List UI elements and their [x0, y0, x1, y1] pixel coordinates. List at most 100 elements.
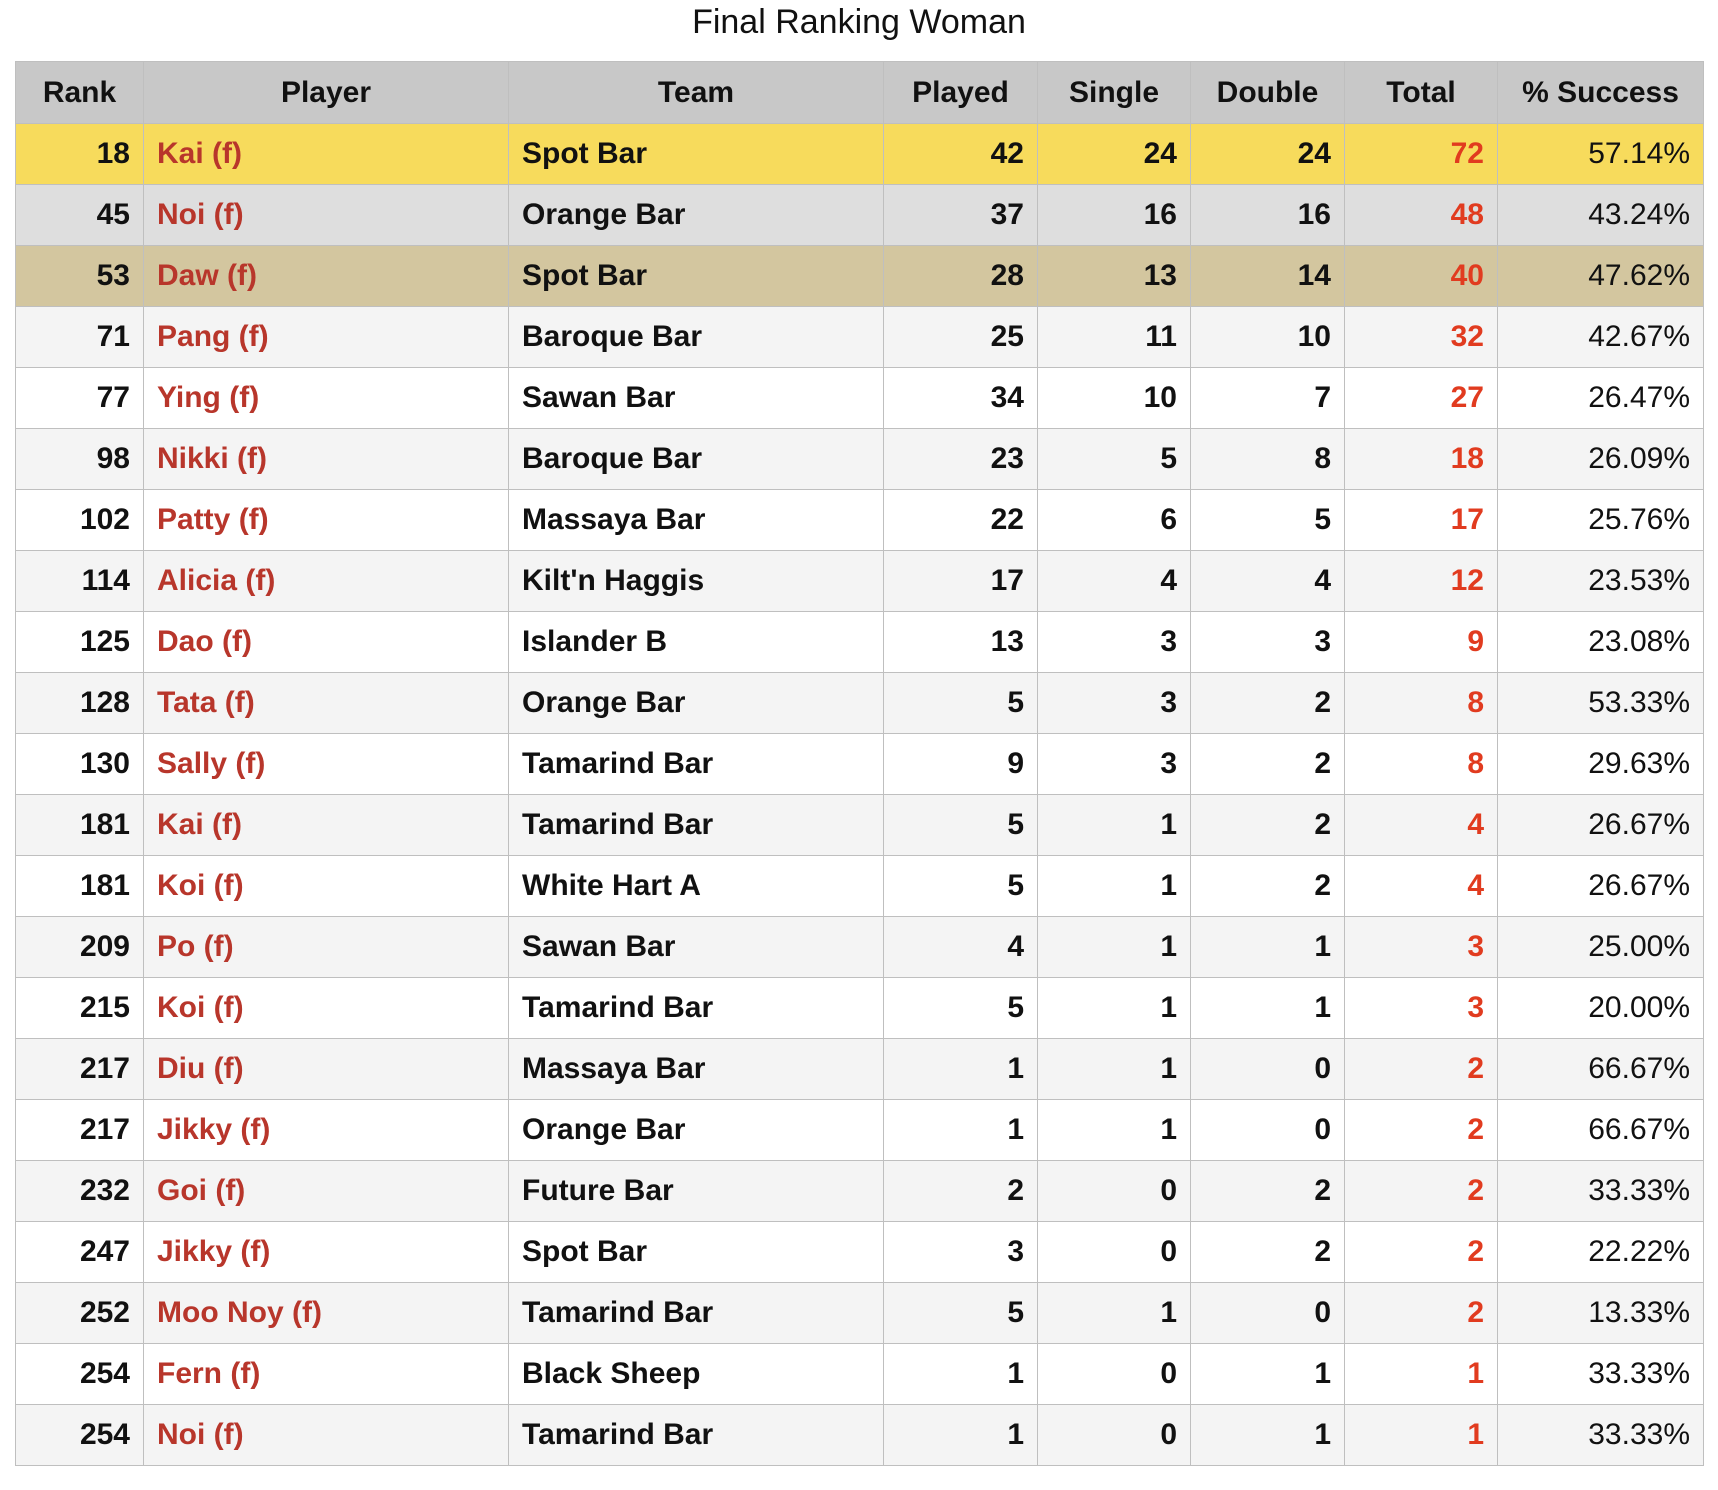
table-body: 18 Kai (f) Spot Bar 42 24 24 72 57.14% 45 Noi (f)…: [15, 123, 1704, 1466]
success-rate-cell: 57.14%: [1497, 123, 1704, 185]
total-cell: 2: [1344, 1160, 1498, 1222]
played-cell: 42: [883, 123, 1038, 185]
played-cell: 1: [883, 1404, 1038, 1466]
total-cell: 3: [1344, 916, 1498, 978]
played-cell: 5: [883, 977, 1038, 1039]
rank-cell: 45: [15, 184, 144, 246]
played-cell: 37: [883, 184, 1038, 246]
player-name-cell: Daw (f): [143, 245, 509, 307]
success-rate-cell: 22.22%: [1497, 1221, 1704, 1283]
success-rate-cell: 33.33%: [1497, 1343, 1704, 1405]
team-name-cell: Orange Bar: [508, 1099, 884, 1161]
total-cell: 17: [1344, 489, 1498, 551]
total-cell: 32: [1344, 306, 1498, 368]
table-row: 125 Dao (f) Islander B 13 3 3 9 23.08%: [15, 611, 1704, 673]
rank-cell: 114: [15, 550, 144, 612]
column-header-played[interactable]: Played: [883, 61, 1038, 124]
played-cell: 1: [883, 1038, 1038, 1100]
column-header-player[interactable]: Player: [143, 61, 509, 124]
rank-cell: 53: [15, 245, 144, 307]
double-cell: 2: [1190, 733, 1345, 795]
played-cell: 1: [883, 1343, 1038, 1405]
single-cell: 13: [1037, 245, 1191, 307]
column-header-total[interactable]: Total: [1344, 61, 1498, 124]
table-row: 77 Ying (f) Sawan Bar 34 10 7 27 26.47%: [15, 367, 1704, 429]
player-name-cell: Kai (f): [143, 123, 509, 185]
table-row: 217 Jikky (f) Orange Bar 1 1 0 2 66.67%: [15, 1099, 1704, 1161]
double-cell: 2: [1190, 1160, 1345, 1222]
rank-cell: 217: [15, 1099, 144, 1161]
rank-cell: 181: [15, 794, 144, 856]
rank-cell: 215: [15, 977, 144, 1039]
total-cell: 2: [1344, 1038, 1498, 1100]
player-name-cell: Noi (f): [143, 184, 509, 246]
column-header-success[interactable]: % Success: [1497, 61, 1704, 124]
double-cell: 0: [1190, 1038, 1345, 1100]
player-name-cell: Sally (f): [143, 733, 509, 795]
single-cell: 0: [1037, 1160, 1191, 1222]
table-row: 209 Po (f) Sawan Bar 4 1 1 3 25.00%: [15, 916, 1704, 978]
table-row: 217 Diu (f) Massaya Bar 1 1 0 2 66.67%: [15, 1038, 1704, 1100]
team-name-cell: Islander B: [508, 611, 884, 673]
rank-cell: 232: [15, 1160, 144, 1222]
single-cell: 11: [1037, 306, 1191, 368]
column-header-rank[interactable]: Rank: [15, 61, 144, 124]
total-cell: 27: [1344, 367, 1498, 429]
played-cell: 5: [883, 1282, 1038, 1344]
column-header-team[interactable]: Team: [508, 61, 884, 124]
double-cell: 1: [1190, 916, 1345, 978]
team-name-cell: Massaya Bar: [508, 1038, 884, 1100]
table-row: 181 Kai (f) Tamarind Bar 5 1 2 4 26.67%: [15, 794, 1704, 856]
success-rate-cell: 25.76%: [1497, 489, 1704, 551]
success-rate-cell: 33.33%: [1497, 1404, 1704, 1466]
rank-cell: 254: [15, 1404, 144, 1466]
player-name-cell: Alicia (f): [143, 550, 509, 612]
column-header-double[interactable]: Double: [1190, 61, 1345, 124]
header-row: Rank Player Team Played Single Double To…: [15, 61, 1704, 124]
table-row: 254 Noi (f) Tamarind Bar 1 0 1 1 33.33%: [15, 1404, 1704, 1466]
team-name-cell: Kilt'n Haggis: [508, 550, 884, 612]
double-cell: 1: [1190, 1343, 1345, 1405]
success-rate-cell: 20.00%: [1497, 977, 1704, 1039]
table-row: 114 Alicia (f) Kilt'n Haggis 17 4 4 12 23.53%: [15, 550, 1704, 612]
success-rate-cell: 53.33%: [1497, 672, 1704, 734]
team-name-cell: Baroque Bar: [508, 306, 884, 368]
success-rate-cell: 66.67%: [1497, 1038, 1704, 1100]
double-cell: 5: [1190, 489, 1345, 551]
double-cell: 1: [1190, 977, 1345, 1039]
table-row: 71 Pang (f) Baroque Bar 25 11 10 32 42.67%: [15, 306, 1704, 368]
player-name-cell: Jikky (f): [143, 1099, 509, 1161]
played-cell: 34: [883, 367, 1038, 429]
played-cell: 2: [883, 1160, 1038, 1222]
total-cell: 72: [1344, 123, 1498, 185]
ranking-table: Rank Player Team Played Single Double To…: [15, 61, 1704, 1466]
single-cell: 10: [1037, 367, 1191, 429]
total-cell: 2: [1344, 1282, 1498, 1344]
team-name-cell: Future Bar: [508, 1160, 884, 1222]
played-cell: 5: [883, 672, 1038, 734]
rank-cell: 98: [15, 428, 144, 490]
rank-cell: 254: [15, 1343, 144, 1405]
table-row: 128 Tata (f) Orange Bar 5 3 2 8 53.33%: [15, 672, 1704, 734]
total-cell: 2: [1344, 1221, 1498, 1283]
total-cell: 4: [1344, 855, 1498, 917]
played-cell: 28: [883, 245, 1038, 307]
success-rate-cell: 33.33%: [1497, 1160, 1704, 1222]
total-cell: 9: [1344, 611, 1498, 673]
rank-cell: 102: [15, 489, 144, 551]
player-name-cell: Ying (f): [143, 367, 509, 429]
single-cell: 16: [1037, 184, 1191, 246]
player-name-cell: Po (f): [143, 916, 509, 978]
table-row: 232 Goi (f) Future Bar 2 0 2 2 33.33%: [15, 1160, 1704, 1222]
single-cell: 3: [1037, 672, 1191, 734]
total-cell: 8: [1344, 672, 1498, 734]
double-cell: 24: [1190, 123, 1345, 185]
played-cell: 4: [883, 916, 1038, 978]
double-cell: 2: [1190, 855, 1345, 917]
column-header-single[interactable]: Single: [1037, 61, 1191, 124]
single-cell: 4: [1037, 550, 1191, 612]
total-cell: 2: [1344, 1099, 1498, 1161]
success-rate-cell: 66.67%: [1497, 1099, 1704, 1161]
rank-cell: 247: [15, 1221, 144, 1283]
double-cell: 2: [1190, 672, 1345, 734]
